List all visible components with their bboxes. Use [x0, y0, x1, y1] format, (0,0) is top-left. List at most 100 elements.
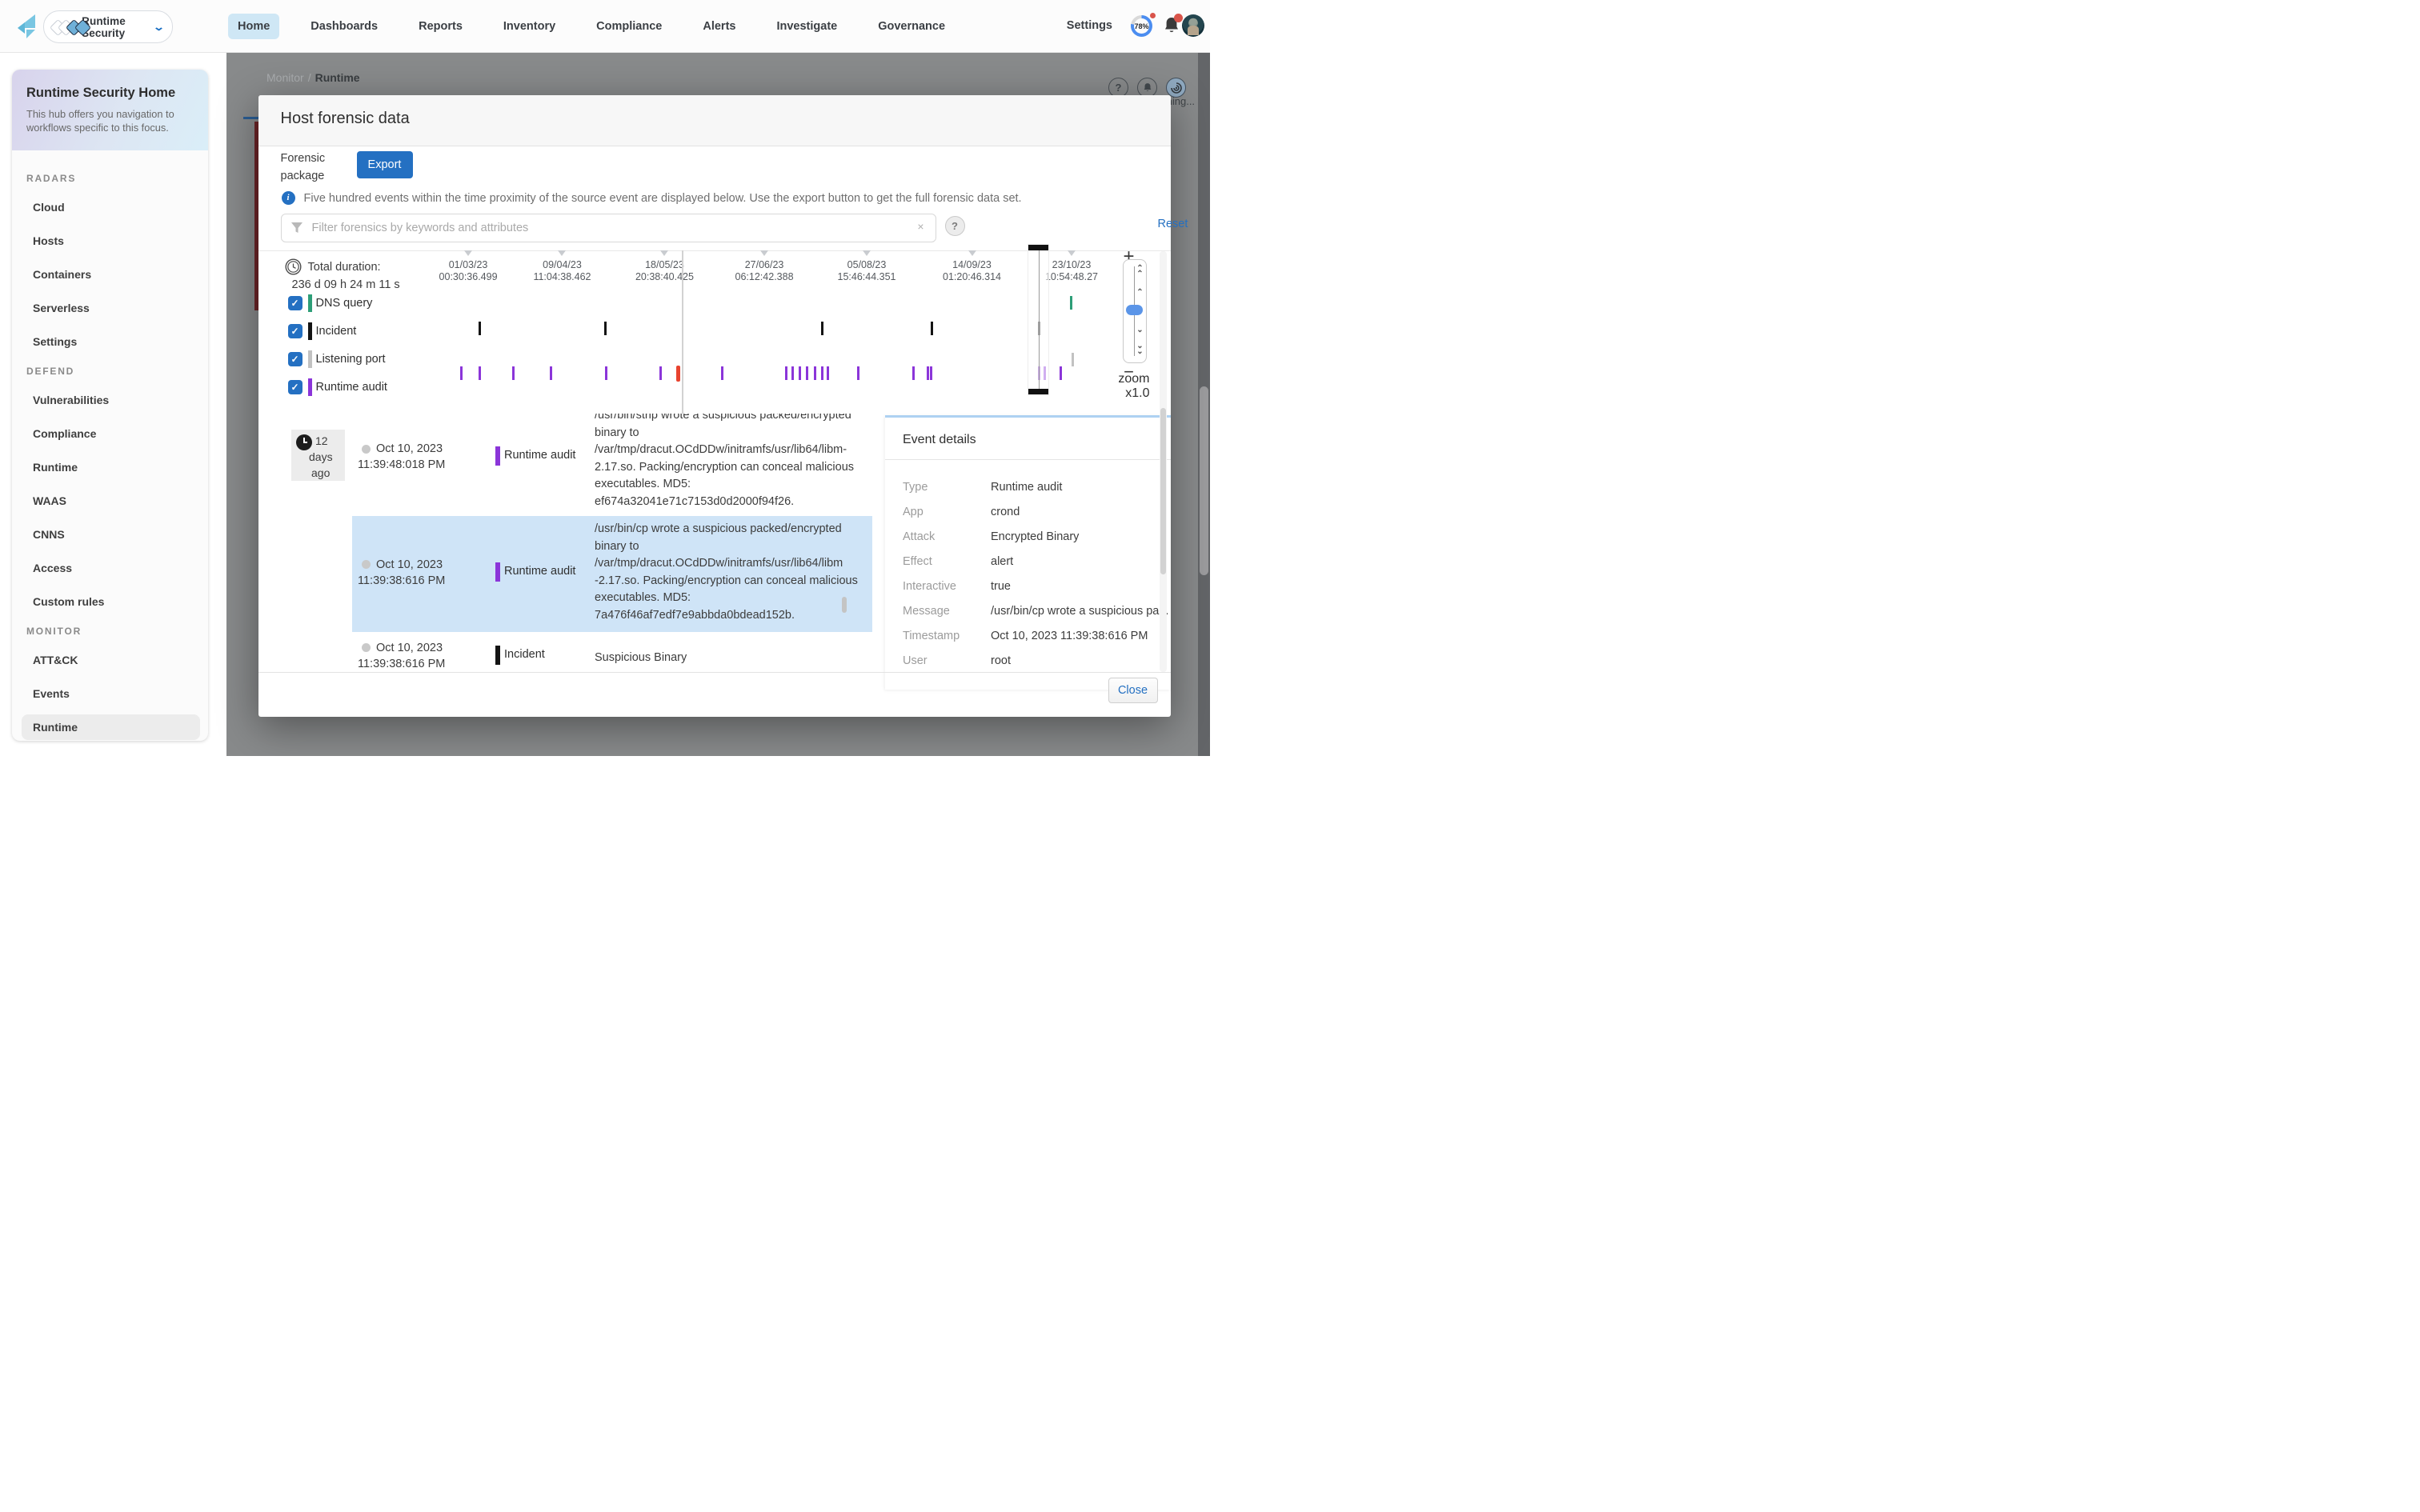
- filter-field: ×: [281, 214, 936, 242]
- selection-bottom-handle[interactable]: [1028, 389, 1048, 394]
- sidebar-item-serverless[interactable]: Serverless: [22, 295, 200, 321]
- modal-scrollbar-thumb[interactable]: [1160, 408, 1166, 574]
- sidebar-item-runtime[interactable]: Runtime: [22, 454, 200, 480]
- page-scrollbar-thumb[interactable]: [1200, 386, 1208, 575]
- nav-item-investigate[interactable]: Investigate: [767, 14, 847, 39]
- app-root: Runtime Security ⌄ Home Dashboards Reports…: [0, 0, 1210, 756]
- checkbox-runtime-audit[interactable]: ✓: [288, 380, 302, 394]
- double-chevron-up-icon[interactable]: ⌃⌃: [1136, 266, 1145, 277]
- close-button[interactable]: Close: [1108, 678, 1158, 703]
- checkbox-dns-query[interactable]: ✓: [288, 296, 302, 310]
- modal-scrollbar[interactable]: [1160, 251, 1167, 672]
- event-mark-incident[interactable]: [604, 322, 607, 335]
- nav-item-inventory[interactable]: Inventory: [494, 14, 565, 39]
- credits-progress-ring[interactable]: 78%: [1131, 15, 1152, 37]
- event-mark-runtime-audit[interactable]: [799, 366, 801, 380]
- nav-item-home[interactable]: Home: [228, 14, 279, 39]
- zoom-slider[interactable]: ⌃⌃ ⌃ ⌄ ⌄⌄: [1123, 259, 1147, 363]
- nav-item-governance[interactable]: Governance: [868, 14, 955, 39]
- event-mark-incident[interactable]: [821, 322, 823, 335]
- event-time: 11:39:38:616 PM: [358, 658, 445, 670]
- chevron-up-icon[interactable]: ⌃: [1136, 290, 1145, 295]
- event-list-scrollbar-thumb[interactable]: [842, 597, 847, 613]
- checkbox-incident[interactable]: ✓: [288, 324, 302, 338]
- total-duration-value: 236 d 09 h 24 m 11 s: [292, 278, 400, 291]
- event-mark-incident[interactable]: [931, 322, 933, 335]
- event-mark-runtime-audit[interactable]: [550, 366, 552, 380]
- sidebar-description: This hub offers you navigation to workfl…: [26, 108, 180, 134]
- event-mark-runtime-audit[interactable]: [512, 366, 515, 380]
- event-mark-incident[interactable]: [479, 322, 481, 335]
- event-mark-runtime-audit[interactable]: [827, 366, 829, 380]
- event-type: Runtime audit: [504, 565, 575, 578]
- workspace-selector[interactable]: Runtime Security ⌄: [43, 10, 173, 43]
- nav-item-alerts[interactable]: Alerts: [693, 14, 745, 39]
- breadcrumb-parent[interactable]: Monitor: [266, 71, 304, 84]
- sidebar-item-hosts[interactable]: Hosts: [22, 228, 200, 254]
- event-mark-runtime-audit[interactable]: [659, 366, 662, 380]
- event-mark-dns-query[interactable]: [1070, 296, 1072, 310]
- nav-item-dashboards[interactable]: Dashboards: [301, 14, 387, 39]
- sidebar-hero: Runtime Security Home This hub offers yo…: [12, 70, 208, 150]
- notifications-button[interactable]: [1163, 16, 1180, 35]
- axis-tick: [968, 250, 976, 256]
- sidebar-item-runtime[interactable]: Runtime: [22, 714, 200, 740]
- event-mark-runtime-audit[interactable]: [605, 366, 607, 380]
- checkbox-listening-port[interactable]: ✓: [288, 352, 302, 366]
- event-mark-runtime-audit[interactable]: [460, 366, 463, 380]
- event-message: /usr/bin/cp wrote a suspicious packed/en…: [595, 521, 867, 624]
- zoom-factor: x1.0: [1091, 386, 1150, 401]
- sidebar-item-containers[interactable]: Containers: [22, 262, 200, 287]
- timeline-zoom-selection[interactable]: [1028, 245, 1048, 394]
- event-mark-runtime-audit[interactable]: [479, 366, 481, 380]
- nav-item-compliance[interactable]: Compliance: [587, 14, 671, 39]
- series-color-chip: [308, 350, 312, 368]
- event-mark-listening-port[interactable]: [1072, 353, 1074, 366]
- event-mark-runtime-audit[interactable]: [791, 366, 794, 380]
- sidebar-item-att-ck[interactable]: ATT&CK: [22, 647, 200, 673]
- user-avatar[interactable]: [1182, 14, 1204, 37]
- event-mark-runtime-audit[interactable]: [857, 366, 859, 380]
- sidebar-item-vulnerabilities[interactable]: Vulnerabilities: [22, 387, 200, 413]
- chevron-down-icon[interactable]: ⌄: [1136, 327, 1145, 333]
- bell-icon: [1143, 82, 1152, 93]
- sidebar-item-settings[interactable]: Settings: [22, 329, 200, 354]
- zoom-slider-thumb[interactable]: [1126, 305, 1143, 315]
- timeline-plot[interactable]: 01/03/2300:30:36.49909/04/2311:04:38.462…: [452, 250, 1168, 414]
- reset-link[interactable]: Reset: [1158, 218, 1188, 230]
- event-mark-runtime-audit[interactable]: [785, 366, 787, 380]
- axis-tick: [558, 250, 566, 256]
- export-button[interactable]: Export: [357, 151, 413, 178]
- sidebar-item-cloud[interactable]: Cloud: [22, 194, 200, 220]
- page-scrollbar[interactable]: [1198, 52, 1210, 756]
- filter-help-button[interactable]: ?: [945, 216, 965, 236]
- event-mark-runtime-audit[interactable]: [721, 366, 723, 380]
- sidebar-item-compliance[interactable]: Compliance: [22, 421, 200, 446]
- clear-filter-icon[interactable]: ×: [917, 220, 924, 233]
- event-mark-runtime-audit[interactable]: [1060, 366, 1062, 380]
- sidebar-item-events[interactable]: Events: [22, 681, 200, 706]
- event-mark-runtime-audit[interactable]: [912, 366, 915, 380]
- sidebar-item-access[interactable]: Access: [22, 555, 200, 581]
- event-time: 11:39:48:018 PM: [358, 458, 445, 471]
- selection-top-handle[interactable]: [1028, 245, 1048, 250]
- sidebar-item-cnns[interactable]: CNNS: [22, 522, 200, 547]
- sidebar-item-custom-rules[interactable]: Custom rules: [22, 589, 200, 614]
- event-mark-runtime-audit[interactable]: [821, 366, 823, 380]
- filter-input[interactable]: [311, 215, 906, 241]
- top-navbar: Runtime Security ⌄ Home Dashboards Reports…: [0, 0, 1210, 53]
- settings-link[interactable]: Settings: [1067, 19, 1112, 32]
- source-event-mark[interactable]: [676, 366, 680, 382]
- nav-item-reports[interactable]: Reports: [409, 14, 472, 39]
- event-mark-runtime-audit[interactable]: [930, 366, 932, 380]
- event-mark-runtime-audit[interactable]: [806, 366, 808, 380]
- series-color-chip: [308, 322, 312, 340]
- sidebar-section-defend: DEFEND: [26, 366, 200, 377]
- detail-value-attack: Encrypted Binary: [991, 530, 1079, 543]
- detail-label-interactive: Interactive: [903, 580, 956, 593]
- event-mark-runtime-audit[interactable]: [814, 366, 816, 380]
- double-chevron-down-icon[interactable]: ⌄⌄: [1136, 343, 1145, 354]
- question-icon: ?: [952, 220, 958, 232]
- sidebar: Runtime Security Home This hub offers yo…: [12, 70, 208, 741]
- sidebar-item-waas[interactable]: WAAS: [22, 488, 200, 514]
